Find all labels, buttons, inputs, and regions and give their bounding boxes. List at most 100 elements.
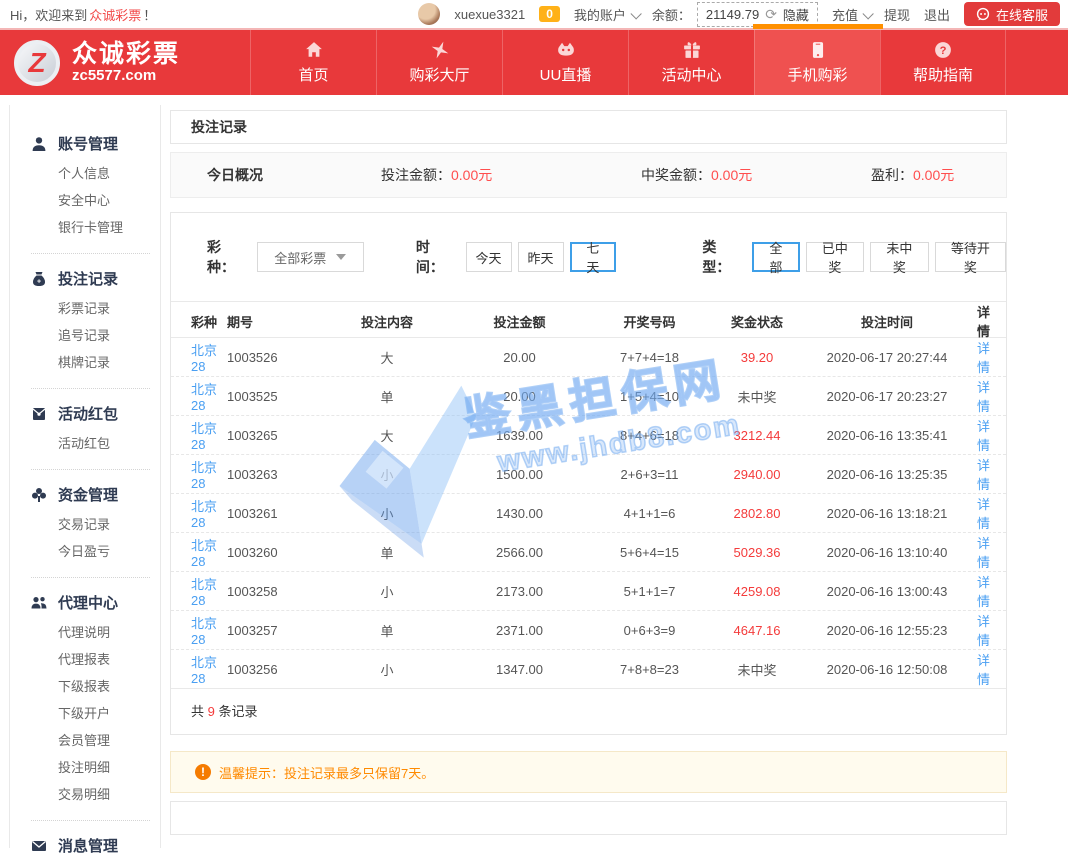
logout-link[interactable]: 退出 (924, 5, 950, 24)
recharge-dropdown[interactable]: 充值 (832, 5, 870, 24)
records-box: 彩种： 全部彩票 时间： 今天昨天七天 类型： 全部已中奖未中奖等待开奖 彩种期… (170, 212, 1007, 735)
detail-link[interactable]: 详情 (977, 650, 990, 688)
sidebar-head-message-management[interactable]: 消息管理 (31, 835, 150, 856)
online-service-button[interactable]: 在线客服 (964, 2, 1060, 26)
sidebar-item-subordinate-account[interactable]: 下级开户 (31, 700, 150, 727)
sidebar-item-transaction-details[interactable]: 交易明细 (31, 781, 150, 808)
summary-profit: 盈利：0.00元 (871, 165, 1006, 185)
mail-icon (31, 838, 47, 854)
issue-cell: 1003526 (227, 350, 317, 365)
user-icon (31, 136, 47, 152)
lottery-link[interactable]: 北京28 (191, 340, 227, 374)
type-filter-未中奖[interactable]: 未中奖 (870, 242, 929, 272)
lottery-link[interactable]: 北京28 (191, 418, 227, 452)
time-filter-昨天[interactable]: 昨天 (518, 242, 564, 272)
moneybag-icon: + (31, 271, 47, 287)
nav-item-lottery-hall[interactable]: 购彩大厅 (376, 30, 502, 95)
sidebar-item-agent-description[interactable]: 代理说明 (31, 619, 150, 646)
sidebar-item-board-game-records[interactable]: 棋牌记录 (31, 349, 150, 376)
lottery-link[interactable]: 北京28 (191, 535, 227, 569)
sidebar-item-agent-report[interactable]: 代理报表 (31, 646, 150, 673)
nav-item-mobile-lottery[interactable]: 手机购彩 (754, 30, 880, 95)
detail-link[interactable]: 详情 (977, 572, 990, 610)
sidebar-item-subordinate-report[interactable]: 下级报表 (31, 673, 150, 700)
lottery-link[interactable]: 北京28 (191, 652, 227, 686)
nav-item-label: 购彩大厅 (409, 64, 469, 85)
nav-item-home[interactable]: 首页 (250, 30, 376, 95)
bet-content-cell: 小 (317, 660, 457, 679)
bet-amount-cell: 2173.00 (457, 584, 582, 599)
column-header: 开奖号码 (582, 312, 717, 331)
draw-numbers-cell: 7+7+4=18 (582, 350, 717, 365)
lottery-link[interactable]: 北京28 (191, 379, 227, 413)
sidebar-item-personal-info[interactable]: 个人信息 (31, 160, 150, 187)
sidebar-item-lottery-records[interactable]: 彩票记录 (31, 295, 150, 322)
table-row: 北京281003257单2371.000+6+3=94647.162020-06… (171, 610, 1006, 649)
sidebar-head-funds-management[interactable]: 资金管理 (31, 484, 150, 505)
my-account-dropdown[interactable]: 我的账户 (574, 5, 638, 24)
sidebar-item-transaction-records[interactable]: 交易记录 (31, 511, 150, 538)
logo[interactable]: Z 众诚彩票 zc5577.com (0, 30, 250, 95)
lottery-filter-label: 彩种： (207, 237, 249, 277)
lottery-link[interactable]: 北京28 (191, 574, 227, 608)
warning-icon: ! (195, 764, 211, 780)
redpacket-icon (31, 406, 47, 422)
lottery-select[interactable]: 全部彩票 (257, 242, 364, 272)
issue-cell: 1003260 (227, 545, 317, 560)
warm-tip-text: 温馨提示：投注记录最多只保留7天。 (219, 763, 434, 782)
sidebar-items: 交易记录今日盈亏 (31, 511, 150, 565)
sidebar-head-activity-redpacket[interactable]: 活动红包 (31, 403, 150, 424)
sidebar-item-today-profit-loss[interactable]: 今日盈亏 (31, 538, 150, 565)
column-header: 期号 (227, 312, 317, 331)
svg-text:?: ? (940, 45, 947, 57)
active-nav-indicator (753, 24, 883, 29)
svg-text:+: + (37, 278, 41, 285)
sidebar-item-member-management[interactable]: 会员管理 (31, 727, 150, 754)
sidebar-item-security-center[interactable]: 安全中心 (31, 187, 150, 214)
draw-numbers-cell: 8+4+6=18 (582, 428, 717, 443)
column-header: 彩种 (191, 312, 227, 331)
sidebar-section-message-management: 消息管理 (31, 821, 150, 868)
sidebar-item-bet-details[interactable]: 投注明细 (31, 754, 150, 781)
nav-item-activity-center[interactable]: 活动中心 (628, 30, 754, 95)
bet-content-cell: 单 (317, 543, 457, 562)
sidebar-head-account-management[interactable]: 账号管理 (31, 133, 150, 154)
withdraw-link[interactable]: 提现 (884, 5, 910, 24)
detail-link[interactable]: 详情 (977, 611, 990, 649)
time-filter-今天[interactable]: 今天 (466, 242, 512, 272)
bet-amount-cell: 2566.00 (457, 545, 582, 560)
detail-link[interactable]: 详情 (977, 494, 990, 532)
detail-link[interactable]: 详情 (977, 338, 990, 376)
prize-status-cell: 4647.16 (717, 623, 797, 638)
prize-status-cell: 未中奖 (717, 387, 797, 406)
sidebar-item-bank-card-management[interactable]: 银行卡管理 (31, 214, 150, 241)
detail-link[interactable]: 详情 (977, 533, 990, 571)
detail-link[interactable]: 详情 (977, 377, 990, 415)
detail-link[interactable]: 详情 (977, 416, 990, 454)
brand-link[interactable]: 众诚彩票 (89, 5, 141, 24)
hide-balance-button[interactable]: 隐藏 (783, 5, 809, 24)
sidebar-head-agent-center[interactable]: 代理中心 (31, 592, 150, 613)
nav-item-label: 手机购彩 (787, 64, 847, 85)
refresh-icon[interactable]: ⟳ (765, 7, 777, 21)
bet-content-cell: 大 (317, 426, 457, 445)
detail-link[interactable]: 详情 (977, 455, 990, 493)
message-count-badge[interactable]: 0 (539, 6, 560, 22)
type-filter-已中奖[interactable]: 已中奖 (806, 242, 865, 272)
type-filter-等待开奖[interactable]: 等待开奖 (935, 242, 1006, 272)
sidebar-item-chase-records[interactable]: 追号记录 (31, 322, 150, 349)
prize-status-cell: 39.20 (717, 350, 797, 365)
draw-numbers-cell: 0+6+3=9 (582, 623, 717, 638)
nav-item-help-guide[interactable]: ?帮助指南 (880, 30, 1006, 95)
type-filter-全部[interactable]: 全部 (752, 242, 800, 272)
lottery-link[interactable]: 北京28 (191, 457, 227, 491)
nav-item-uu-live[interactable]: UU直播 (502, 30, 628, 95)
lottery-link[interactable]: 北京28 (191, 613, 227, 647)
lottery-link[interactable]: 北京28 (191, 496, 227, 530)
prize-status-cell: 2940.00 (717, 467, 797, 482)
sidebar-head-bet-records[interactable]: +投注记录 (31, 268, 150, 289)
sidebar-head-label: 账号管理 (58, 133, 118, 154)
avatar[interactable] (418, 3, 440, 25)
time-filter-七天[interactable]: 七天 (570, 242, 617, 272)
sidebar-item-activity-redpacket-item[interactable]: 活动红包 (31, 430, 150, 457)
